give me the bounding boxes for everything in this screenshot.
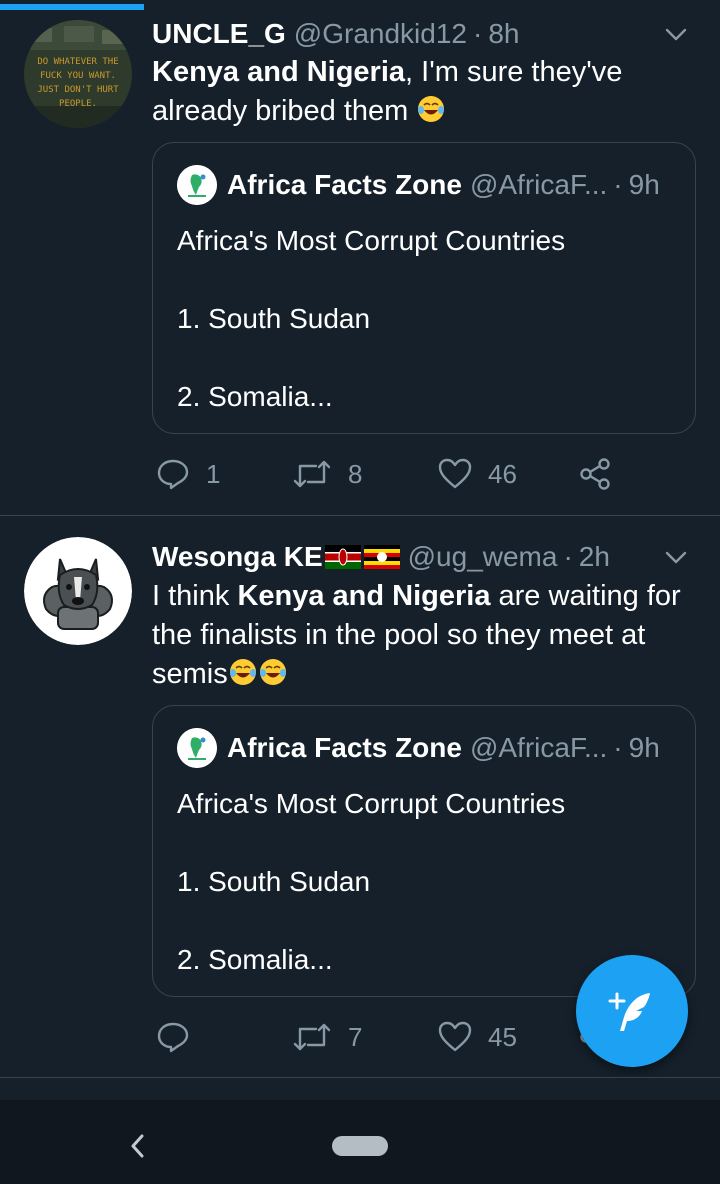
reply-icon (157, 459, 189, 490)
quoted-user-handle: @AfricaF... (469, 732, 608, 763)
quoted-timestamp: 9h (628, 169, 660, 200)
display-name[interactable]: UNCLE_G (152, 18, 286, 50)
separator-dot: · (613, 169, 623, 200)
compose-tweet-icon (608, 992, 650, 1031)
heart-icon (438, 458, 472, 489)
user-handle[interactable]: @Grandkid12 (294, 18, 467, 50)
separator-dot: · (563, 541, 573, 572)
bold-text: Kenya and Nigeria (237, 580, 491, 612)
divider (0, 515, 720, 516)
retweet-icon (293, 460, 331, 488)
avatar[interactable]: DO WHATEVER THE FUCK YOU WANT. JUST DON'… (24, 20, 132, 128)
heart-icon (438, 1021, 472, 1052)
share-icon (580, 458, 610, 490)
separator-dot: · (613, 732, 623, 763)
quoted-display-name: Africa Facts Zone (227, 169, 462, 200)
face-with-tears-of-joy-icon (259, 659, 286, 685)
avatar-text-line: JUST DON'T HURT (37, 85, 119, 95)
quoted-user-handle: @AfricaF... (469, 169, 608, 200)
tweet-text-part: are waiting for (490, 580, 681, 612)
tweet-text-part: already bribed them (152, 95, 409, 127)
chevron-down-icon[interactable] (662, 543, 690, 571)
like-button[interactable]: 45 (438, 1017, 517, 1057)
retweet-button[interactable]: 8 (292, 454, 362, 494)
tweet[interactable]: DO WHATEVER THE FUCK YOU WANT. JUST DON'… (0, 10, 720, 516)
tweet-header: Wesonga KE @ug_wema · 2h (152, 537, 690, 577)
quoted-text-line: 2. Somalia... (177, 381, 333, 412)
back-icon[interactable] (126, 1132, 150, 1160)
divider (0, 1077, 720, 1078)
quoted-tweet-header: Africa Facts Zone @AfricaF... · 9h (177, 165, 675, 205)
reply-button[interactable]: 1 (156, 454, 220, 494)
quoted-tweet[interactable]: Africa Facts Zone @AfricaF... · 9h Afric… (152, 142, 696, 434)
bold-text: Kenya and Nigeria (152, 56, 406, 88)
scroll-progress-bar (0, 0, 720, 10)
tweet-text-part: the finalists in the pool so they meet a… (152, 619, 646, 651)
tweet-header: UNCLE_G @Grandkid12 · 8h (152, 14, 690, 54)
tweet-text-part: , I'm sure they've (405, 56, 623, 88)
africa-facts-zone-logo-icon (177, 728, 217, 768)
user-handle[interactable]: @ug_wema (408, 541, 558, 573)
reply-button[interactable] (156, 1017, 206, 1057)
like-count: 45 (488, 1021, 517, 1052)
timestamp[interactable]: 8h (488, 18, 519, 50)
separator-dot: · (472, 18, 483, 49)
uganda-flag-icon (363, 545, 400, 569)
retweet-count: 8 (348, 458, 363, 489)
retweet-icon (293, 1023, 331, 1051)
tweet-text-part: semis (152, 658, 228, 690)
tweet-text-part: I think (152, 580, 238, 612)
display-name[interactable]: Wesonga KE (152, 541, 323, 573)
quoted-timestamp: 9h (628, 732, 660, 763)
reply-count: 1 (206, 458, 221, 489)
kenya-flag-icon (324, 545, 361, 569)
africa-facts-zone-logo-icon (177, 165, 217, 205)
quoted-text-line: 1. South Sudan (177, 866, 371, 897)
avatar-text-line: PEOPLE. (59, 99, 97, 109)
like-button[interactable]: 46 (438, 454, 517, 494)
retweet-count: 7 (348, 1021, 363, 1052)
avatar[interactable] (24, 537, 132, 645)
quoted-text-line: Africa's Most Corrupt Countries (177, 225, 566, 256)
avatar-text-line: FUCK YOU WANT. (40, 71, 116, 81)
retweet-button[interactable]: 7 (292, 1017, 362, 1057)
quoted-display-name: Africa Facts Zone (227, 732, 462, 763)
like-count: 46 (488, 458, 517, 489)
compose-tweet-button[interactable] (576, 955, 688, 1067)
tweet-text: Kenya and Nigeria, I'm sure they've alre… (152, 53, 690, 131)
quoted-tweet[interactable]: Africa Facts Zone @AfricaF... · 9h Afric… (152, 705, 696, 997)
quoted-tweet-header: Africa Facts Zone @AfricaF... · 9h (177, 728, 675, 768)
quoted-text-line: 1. South Sudan (177, 303, 371, 334)
tweet-text: I think Kenya and Nigeria are waiting fo… (152, 577, 690, 694)
reply-icon (157, 1022, 189, 1053)
avatar-text-line: DO WHATEVER THE (37, 57, 118, 67)
chevron-down-icon[interactable] (662, 20, 690, 48)
quoted-text-line: Africa's Most Corrupt Countries (177, 788, 566, 819)
face-with-tears-of-joy-icon (229, 659, 256, 685)
timestamp[interactable]: 2h (579, 541, 610, 573)
tweet-actions: 1 8 46 (152, 454, 712, 494)
share-button[interactable] (578, 454, 612, 494)
face-with-tears-of-joy-icon (418, 96, 445, 122)
home-pill-button[interactable] (332, 1136, 388, 1156)
system-navigation-bar (0, 1100, 720, 1184)
quoted-text-line: 2. Somalia... (177, 944, 333, 975)
